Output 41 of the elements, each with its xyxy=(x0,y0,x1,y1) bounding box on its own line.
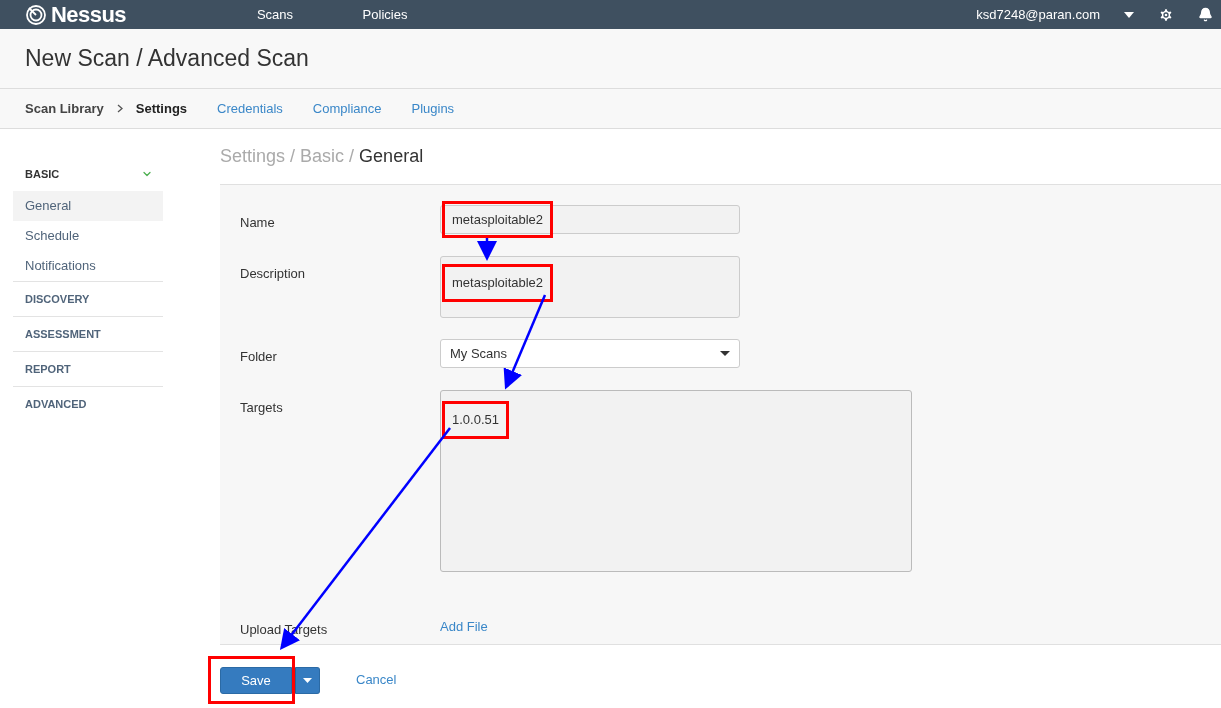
caret-icon xyxy=(720,351,730,356)
description-field[interactable]: metasploitable2 xyxy=(440,256,740,318)
brand-name: Nessus xyxy=(51,3,126,26)
nav-link[interactable]: Policies xyxy=(330,4,440,25)
user-email[interactable]: ksd7248@paran.com xyxy=(976,4,1100,25)
sidebar-item[interactable]: Notifications xyxy=(13,251,163,281)
radar-logo-icon xyxy=(25,3,47,26)
section-header[interactable]: DISCOVERY xyxy=(25,290,90,308)
page-tab[interactable]: Plugins xyxy=(411,98,455,119)
section-header[interactable]: BASIC xyxy=(25,165,60,183)
sidebar-item[interactable]: Schedule xyxy=(13,221,163,251)
field-value: metasploitable2 xyxy=(442,264,554,302)
field-value: 1.0.0.51 xyxy=(442,401,509,439)
folder-dropdown[interactable]: My Scans xyxy=(440,339,740,368)
breadcrumb-tab[interactable]: Scan Library xyxy=(25,98,104,119)
breadcrumb-tab[interactable]: Settings xyxy=(135,98,188,119)
settings-icon[interactable] xyxy=(1158,6,1174,23)
page-title: New Scan / Advanced Scan xyxy=(25,44,309,74)
caret-icon[interactable] xyxy=(1124,11,1134,18)
save-options-button[interactable] xyxy=(295,666,320,694)
save-button[interactable]: Save xyxy=(220,667,292,694)
section-header[interactable]: REPORT xyxy=(25,360,71,378)
field-label: Folder xyxy=(240,349,277,364)
chevron-right-icon xyxy=(116,104,123,113)
annotation-arrow xyxy=(477,238,497,261)
notifications-icon[interactable] xyxy=(1198,7,1213,22)
targets-field[interactable]: 1.0.0.51 xyxy=(440,390,912,572)
field-label: Name xyxy=(240,215,275,230)
field-value: metasploitable2 xyxy=(442,200,554,239)
caret-icon xyxy=(303,677,312,683)
cancel-link[interactable]: Cancel xyxy=(356,670,397,690)
field-label: Description xyxy=(240,266,306,281)
section-breadcrumb: Settings / Basic / General xyxy=(220,145,424,168)
section-header[interactable]: ADVANCED xyxy=(25,395,87,413)
section-header[interactable]: ASSESSMENT xyxy=(25,325,101,343)
add-file-link[interactable]: Add File xyxy=(440,619,488,634)
page-tab[interactable]: Compliance xyxy=(312,98,382,119)
sidebar-item[interactable]: General xyxy=(13,191,163,221)
field-label: Targets xyxy=(240,400,283,415)
page-tab[interactable]: Credentials xyxy=(217,98,283,119)
nav-link[interactable]: Scans xyxy=(220,4,330,25)
